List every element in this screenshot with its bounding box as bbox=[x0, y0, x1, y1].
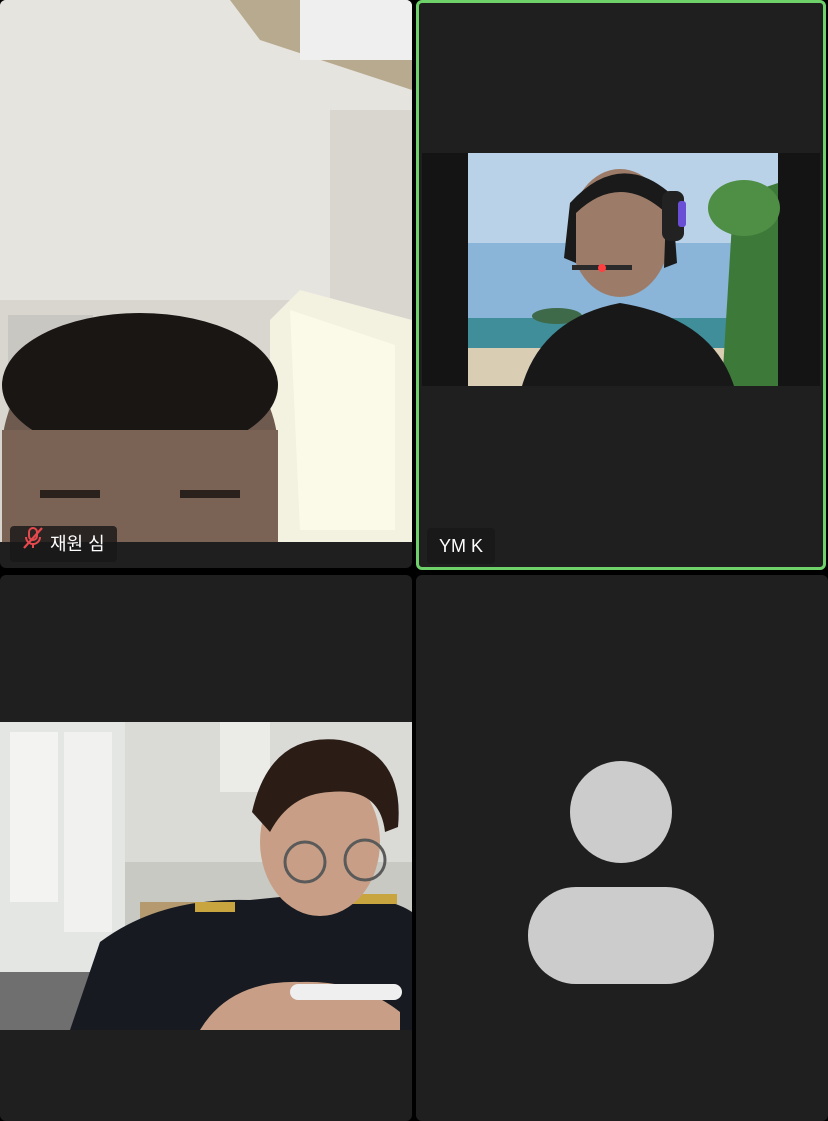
participant-video-3 bbox=[0, 722, 412, 1030]
mic-muted-icon bbox=[22, 526, 44, 562]
avatar-placeholder-icon bbox=[528, 761, 714, 984]
participant-name: YM K bbox=[439, 536, 484, 556]
participant-tile-4[interactable] bbox=[416, 575, 828, 1121]
participant-video-1 bbox=[0, 0, 412, 542]
participant-tile-1[interactable]: 재원 심 bbox=[0, 0, 412, 568]
participant-video-2 bbox=[422, 153, 820, 386]
participant-name-tag-1: 재원 심 bbox=[10, 526, 117, 562]
participant-name-tag-2: YM K bbox=[427, 528, 496, 564]
participant-name: 재원 심 bbox=[50, 534, 105, 554]
participant-tile-2[interactable]: YM K bbox=[416, 0, 826, 570]
participant-tile-3[interactable] bbox=[0, 575, 412, 1121]
